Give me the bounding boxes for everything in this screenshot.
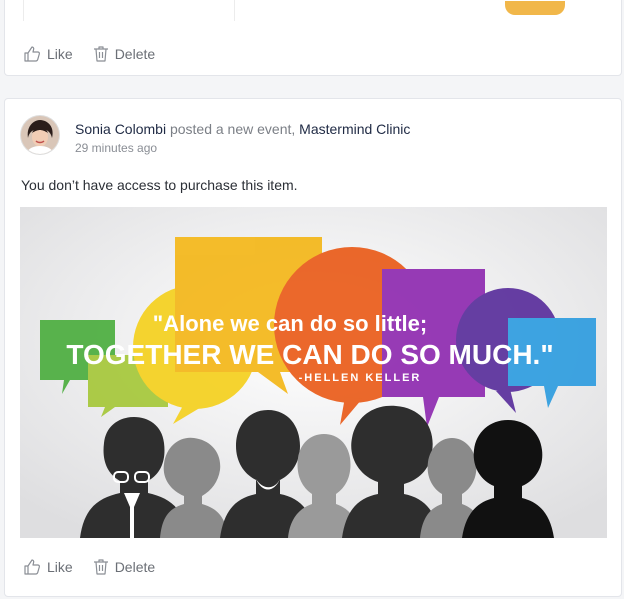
delete-label: Delete [114,46,156,62]
trash-icon [93,46,108,62]
quote-line-2: TOGETHER WE CAN DO SO MUCH." [66,339,553,370]
post-timestamp[interactable]: 29 minutes ago [75,141,157,155]
thumbs-up-icon [24,559,40,575]
like-label: Like [47,46,73,62]
post-card: Sonia Colombi posted a new event, Master… [4,98,622,597]
previous-post-card: Like Delete [4,0,622,76]
event-name-link[interactable]: Mastermind Clinic [299,121,410,137]
delete-button[interactable]: Delete [93,45,155,63]
avatar[interactable] [21,116,59,154]
trash-icon [93,559,108,575]
delete-button[interactable]: Delete [93,558,155,576]
post-message: You don’t have access to purchase this i… [21,177,298,193]
quote-line-1: "Alone we can do so little; [153,311,427,336]
thumbs-up-icon [24,46,40,62]
author-name-link[interactable]: Sonia Colombi [75,121,166,137]
previous-post-orange-button-edge[interactable] [505,1,565,15]
previous-post-actions: Like Delete [23,45,155,63]
previous-post-content-edge [23,0,235,21]
post-actions: Like Delete [23,558,155,576]
like-label: Like [47,559,73,575]
event-image-graphic: "Alone we can do so little; TOGETHER WE … [20,207,607,538]
post-header: Sonia Colombi posted a new event, Master… [75,120,410,138]
event-image[interactable]: "Alone we can do so little; TOGETHER WE … [20,207,607,538]
delete-label: Delete [114,559,156,575]
post-action-text: posted a new event, [169,121,296,137]
avatar-photo [21,116,59,154]
like-button[interactable]: Like [23,558,73,576]
like-button[interactable]: Like [23,45,73,63]
quote-attribution: -HELLEN KELLER [299,372,422,384]
